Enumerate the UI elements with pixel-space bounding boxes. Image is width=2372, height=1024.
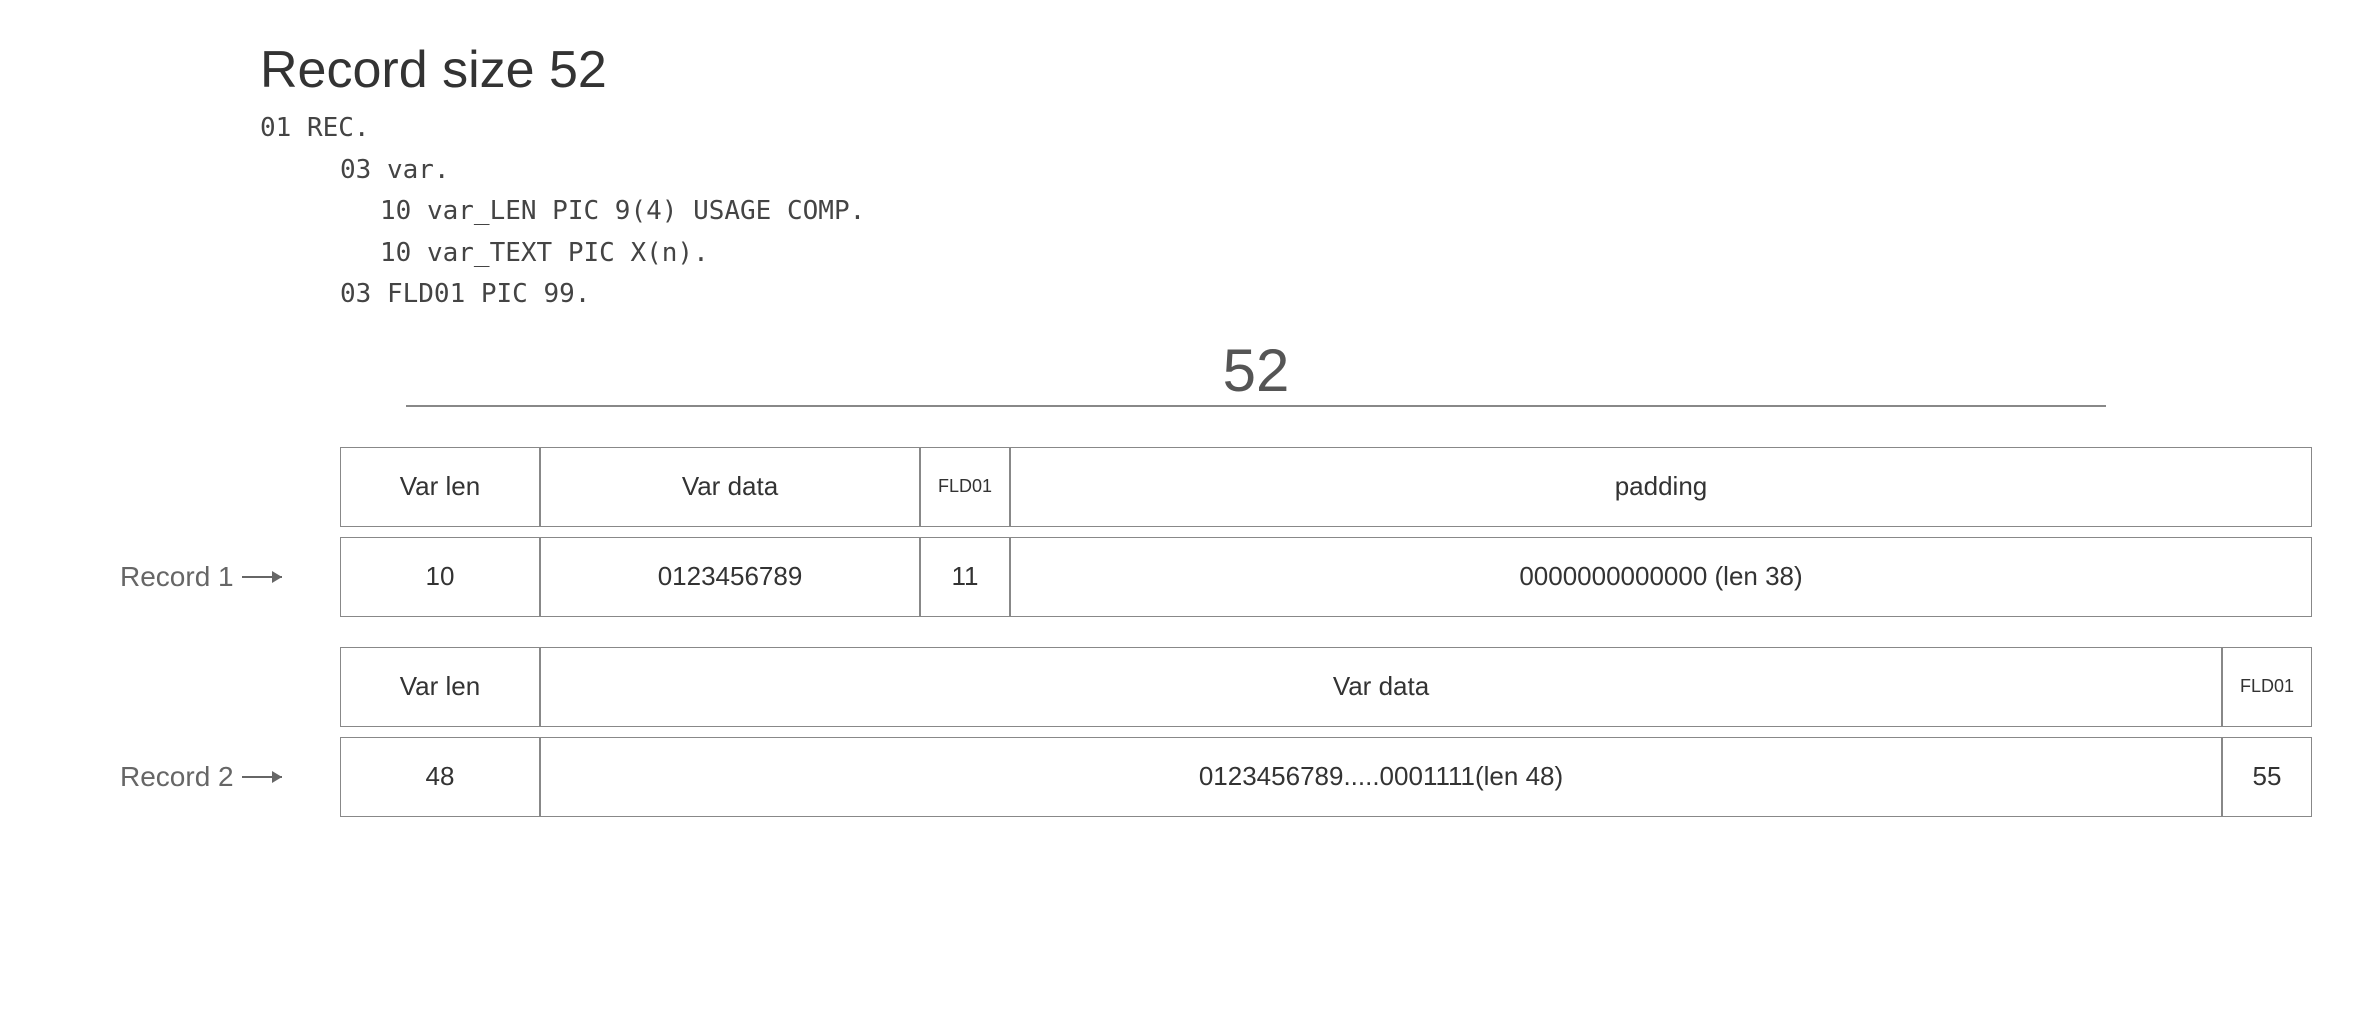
record1-header-varlen: Var len (340, 447, 540, 527)
size-divider-line (406, 405, 2106, 407)
record2-header-fld01: FLD01 (2222, 647, 2312, 727)
record2-data-vardata: 0123456789.....0001111(len 48) (540, 737, 2222, 817)
code-line-5: 03 FLD01 PIC 99. (340, 274, 2312, 316)
code-block: 01 REC. 03 var. 10 var_LEN PIC 9(4) USAG… (260, 108, 2312, 316)
record1-data-varlen: 10 (340, 537, 540, 617)
record2-header-container: Var len Var data FLD01 (340, 647, 2312, 727)
record1-label-area-data: Record 1 (120, 561, 340, 593)
record2-data-cells: 48 0123456789.....0001111(len 48) 55 (340, 737, 2312, 817)
record2-label-area-data: Record 2 (120, 761, 340, 793)
record1-data-padding: 0000000000000 (len 38) (1010, 537, 2312, 617)
record1-data-cells: 10 0123456789 11 0000000000000 (len 38) (340, 537, 2312, 617)
record2-data-fld01: 55 (2222, 737, 2312, 817)
record1-data-row: Record 1 10 0123456789 11 0000000000000 … (120, 537, 2312, 617)
record2-data-container: 48 0123456789.....0001111(len 48) 55 (340, 737, 2312, 817)
size-label-container: 52 (260, 336, 2252, 407)
record2-label-text: Record 2 (120, 761, 234, 793)
record1-data-vardata: 0123456789 (540, 537, 920, 617)
spacer (120, 627, 2312, 647)
records-section: Var len Var data FLD01 padding Record 1 … (120, 447, 2312, 817)
code-line-1: 01 REC. (260, 108, 2312, 150)
record1-label: Record 1 (120, 561, 282, 593)
record1-header-vardata: Var data (540, 447, 920, 527)
record1-header-padding: padding (1010, 447, 2312, 527)
record2-data-row: Record 2 48 0123456789.....0001111(len 4… (120, 737, 2312, 817)
record1-data-container: 10 0123456789 11 0000000000000 (len 38) (340, 537, 2312, 617)
record1-header-fld01: FLD01 (920, 447, 1010, 527)
record2-header-row: Var len Var data FLD01 (120, 647, 2312, 727)
code-line-3: 10 var_LEN PIC 9(4) USAGE COMP. (380, 191, 2312, 233)
record1-label-text: Record 1 (120, 561, 234, 593)
code-line-4: 10 var_TEXT PIC X(n). (380, 233, 2312, 275)
record1-data-fld01: 11 (920, 537, 1010, 617)
record2-header-cells: Var len Var data FLD01 (340, 647, 2312, 727)
record1-header-row: Var len Var data FLD01 padding (120, 447, 2312, 527)
record1-header-container: Var len Var data FLD01 padding (340, 447, 2312, 527)
record2-label: Record 2 (120, 761, 282, 793)
record1-arrow-icon (242, 576, 282, 578)
page-title: Record size 52 (260, 40, 2312, 100)
record2-arrow-icon (242, 776, 282, 778)
code-line-2: 03 var. (340, 150, 2312, 192)
record2-header-vardata: Var data (540, 647, 2222, 727)
size-number: 52 (260, 336, 2252, 405)
record2-data-varlen: 48 (340, 737, 540, 817)
record1-header-cells: Var len Var data FLD01 padding (340, 447, 2312, 527)
record2-header-varlen: Var len (340, 647, 540, 727)
